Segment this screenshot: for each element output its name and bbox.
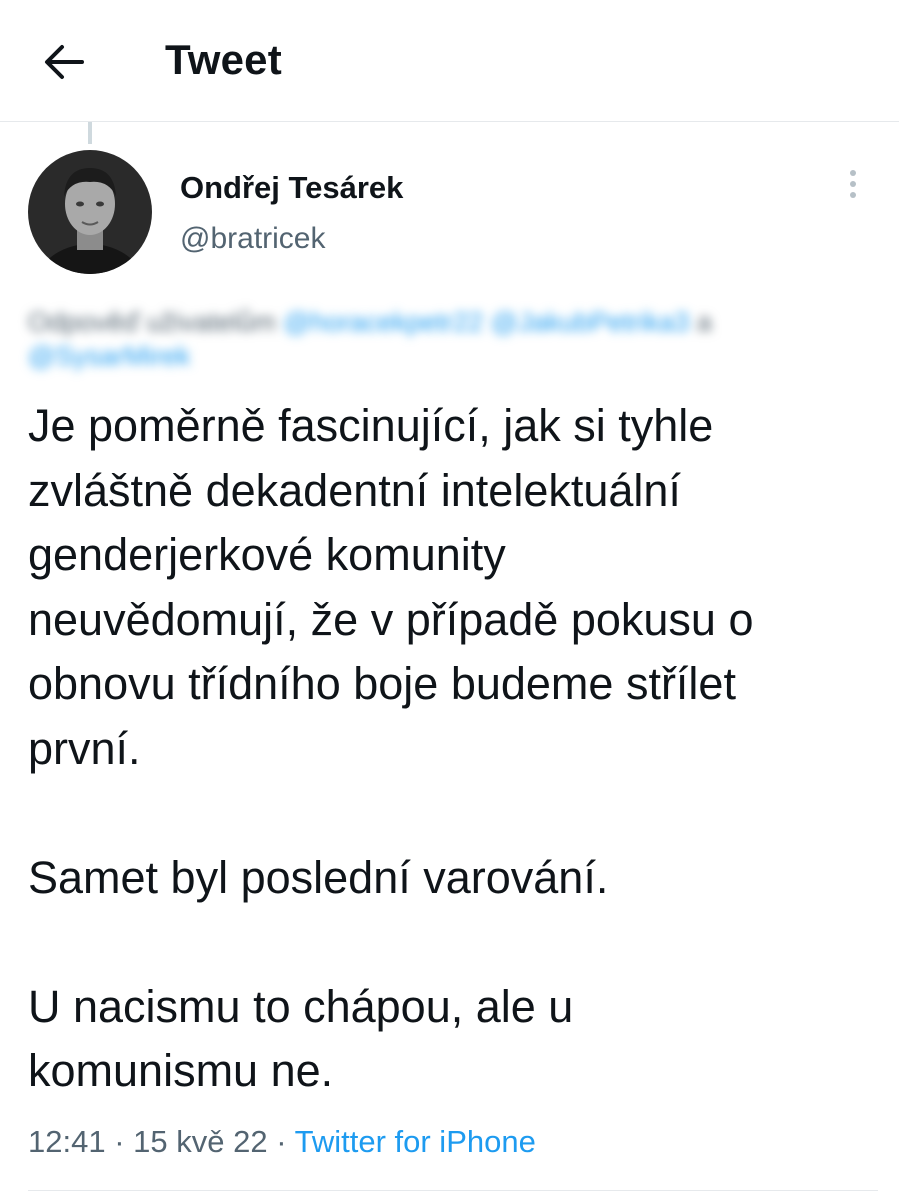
tweet-source-link[interactable]: Twitter for iPhone [295,1124,536,1159]
meta-separator: · [114,1124,125,1159]
divider [28,1190,878,1191]
reply-mention-link[interactable]: @SysarMirek [28,341,190,371]
reply-mention-link[interactable]: @JakubPetrika3 [491,307,690,337]
reply-joiner: a [696,307,712,337]
author-handle[interactable]: @bratricek [180,222,326,256]
top-bar: Tweet [0,0,899,122]
tweet-time: 12:41 [28,1124,106,1159]
reply-prefix: Odpověď uživatelům [28,307,276,337]
more-options-button[interactable] [838,170,868,206]
back-button[interactable] [40,40,88,84]
more-vertical-icon [838,170,868,198]
tweet-meta: 12:41 · 15 kvě 22 · Twitter for iPhone [28,1124,536,1160]
reply-context: Odpověď uživatelům @horacekpetr22 @Jakub… [28,305,868,373]
arrow-left-icon [45,45,84,79]
author-display-name[interactable]: Ondřej Tesárek [180,170,403,206]
avatar[interactable] [28,150,152,274]
tweet-text: Je poměrně fascinující, jak si tyhle zvl… [28,400,754,1096]
reply-mention-link[interactable]: @horacekpetr22 [283,307,483,337]
page-title: Tweet [165,36,282,83]
tweet-date: 15 kvě 22 [133,1124,268,1159]
avatar-photo [28,150,152,274]
meta-separator: · [276,1124,287,1159]
thread-connector-line [88,122,92,144]
